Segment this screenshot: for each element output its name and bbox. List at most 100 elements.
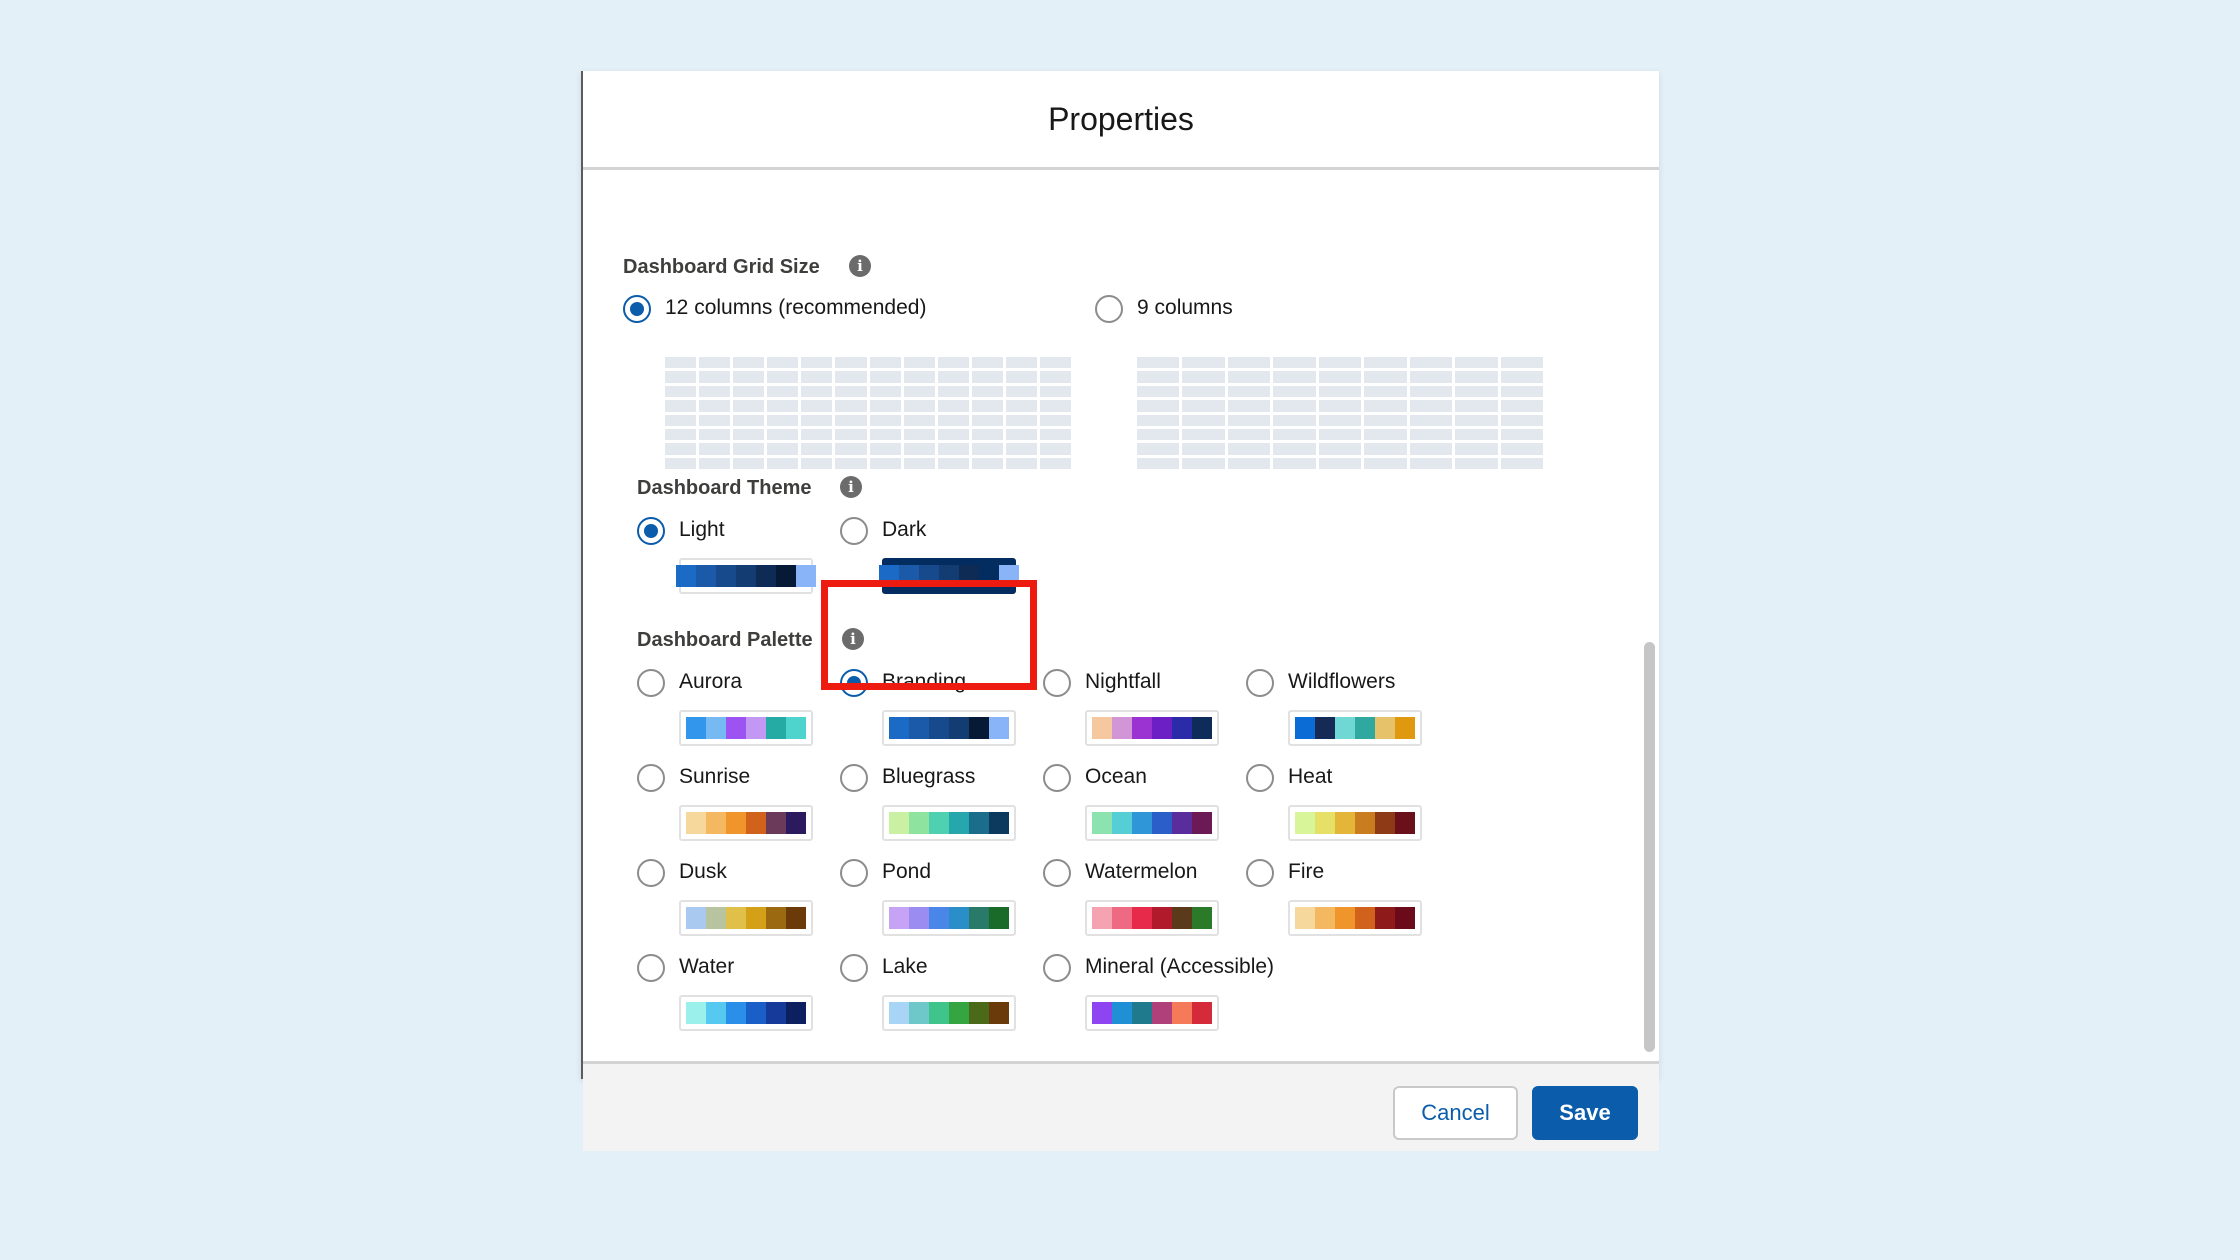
- info-icon[interactable]: i: [849, 255, 871, 277]
- scrollbar[interactable]: [1641, 170, 1659, 1061]
- palette-sunrise-color-3: [726, 812, 746, 834]
- palette-branding-color-6: [989, 717, 1009, 739]
- palette-ocean-color-3: [1132, 812, 1152, 834]
- scrollbar-thumb[interactable]: [1644, 642, 1655, 1052]
- palette-mineral-accessible-color-2: [1112, 1002, 1132, 1024]
- dialog-body[interactable]: Dashboard Grid Size i 12 columns (recomm…: [583, 170, 1659, 1061]
- palette-heat-color-4: [1355, 812, 1375, 834]
- selection-highlight: [821, 580, 1037, 690]
- theme-light-color-3: [716, 565, 736, 587]
- palette-fire-swatch: [1288, 900, 1422, 936]
- radio-palette-dusk[interactable]: [637, 859, 665, 887]
- palette-mineral-accessible-color-6: [1192, 1002, 1212, 1024]
- palette-nightfall-color-3: [1132, 717, 1152, 739]
- theme-light-color-4: [736, 565, 756, 587]
- radio-palette-water[interactable]: [637, 954, 665, 982]
- palette-aurora-color-3: [726, 717, 746, 739]
- palette-branding-color-1: [889, 717, 909, 739]
- palette-sunrise-label: Sunrise: [679, 765, 751, 788]
- palette-pond-color-2: [909, 907, 929, 929]
- palette-lake-swatch: [882, 995, 1016, 1031]
- palette-watermelon-color-1: [1092, 907, 1112, 929]
- palette-mineral-accessible-color-3: [1132, 1002, 1152, 1024]
- option-9-columns-label: 9 columns: [1137, 296, 1233, 319]
- palette-lake-color-5: [969, 1002, 989, 1024]
- palette-water-color-3: [726, 1002, 746, 1024]
- palette-branding-color-4: [949, 717, 969, 739]
- theme-light-color-2: [696, 565, 716, 587]
- palette-wildflowers-color-1: [1295, 717, 1315, 739]
- radio-palette-bluegrass[interactable]: [840, 764, 868, 792]
- radio-palette-wildflowers[interactable]: [1246, 669, 1274, 697]
- palette-wildflowers-color-4: [1355, 717, 1375, 739]
- palette-pond-color-4: [949, 907, 969, 929]
- radio-12-columns[interactable]: [623, 295, 651, 323]
- radio-palette-heat[interactable]: [1246, 764, 1274, 792]
- palette-lake-color-3: [929, 1002, 949, 1024]
- palette-sunrise-color-4: [746, 812, 766, 834]
- palette-watermelon-color-3: [1132, 907, 1152, 929]
- palette-dusk-label: Dusk: [679, 860, 727, 883]
- palette-watermelon-color-2: [1112, 907, 1132, 929]
- radio-palette-ocean[interactable]: [1043, 764, 1071, 792]
- cancel-button[interactable]: Cancel: [1393, 1086, 1518, 1140]
- palette-water-color-1: [686, 1002, 706, 1024]
- palette-branding-color-3: [929, 717, 949, 739]
- palette-lake-color-2: [909, 1002, 929, 1024]
- palette-water-color-5: [766, 1002, 786, 1024]
- palette-fire-label: Fire: [1288, 860, 1325, 883]
- palette-sunrise-color-2: [706, 812, 726, 834]
- radio-palette-aurora[interactable]: [637, 669, 665, 697]
- palette-nightfall-label: Nightfall: [1085, 670, 1161, 693]
- radio-palette-fire[interactable]: [1246, 859, 1274, 887]
- info-icon[interactable]: i: [840, 476, 862, 498]
- radio-palette-watermelon[interactable]: [1043, 859, 1071, 887]
- palette-ocean-color-4: [1152, 812, 1172, 834]
- save-button[interactable]: Save: [1532, 1086, 1638, 1140]
- palette-ocean-color-1: [1092, 812, 1112, 834]
- palette-fire-color-2: [1315, 907, 1335, 929]
- palette-mineral-accessible-color-5: [1172, 1002, 1192, 1024]
- radio-palette-sunrise[interactable]: [637, 764, 665, 792]
- radio-palette-mineral-accessible[interactable]: [1043, 954, 1071, 982]
- palette-label: Dashboard Palette: [637, 629, 813, 651]
- palette-dusk-color-6: [786, 907, 806, 929]
- radio-theme-light[interactable]: [637, 517, 665, 545]
- theme-light-swatch: [676, 558, 816, 594]
- palette-dusk-color-1: [686, 907, 706, 929]
- palette-lake-color-1: [889, 1002, 909, 1024]
- palette-water-label: Water: [679, 955, 735, 978]
- palette-ocean-label: Ocean: [1085, 765, 1147, 788]
- palette-wildflowers-color-6: [1395, 717, 1415, 739]
- palette-heat-swatch: [1288, 805, 1422, 841]
- palette-bluegrass-swatch: [882, 805, 1016, 841]
- palette-bluegrass-color-6: [989, 812, 1009, 834]
- dialog-header: Properties: [583, 71, 1659, 170]
- palette-nightfall-color-5: [1172, 717, 1192, 739]
- theme-light-color-1: [676, 565, 696, 587]
- dialog-title: Properties: [1048, 100, 1194, 137]
- palette-aurora-label: Aurora: [679, 670, 743, 693]
- palette-aurora-color-1: [686, 717, 706, 739]
- palette-pond-swatch: [882, 900, 1016, 936]
- palette-nightfall-swatch: [1085, 710, 1219, 746]
- palette-lake-color-6: [989, 1002, 1009, 1024]
- palette-aurora-color-4: [746, 717, 766, 739]
- properties-dialog: Properties Dashboard Grid Size i 12 colu…: [581, 71, 1659, 1151]
- palette-dusk-color-3: [726, 907, 746, 929]
- palette-nightfall-color-6: [1192, 717, 1212, 739]
- radio-palette-nightfall[interactable]: [1043, 669, 1071, 697]
- radio-theme-dark[interactable]: [840, 517, 868, 545]
- palette-dusk-color-5: [766, 907, 786, 929]
- palette-pond-label: Pond: [882, 860, 932, 883]
- palette-mineral-accessible-color-4: [1152, 1002, 1172, 1024]
- radio-palette-pond[interactable]: [840, 859, 868, 887]
- palette-pond-color-3: [929, 907, 949, 929]
- radio-9-columns[interactable]: [1095, 295, 1123, 323]
- radio-palette-lake[interactable]: [840, 954, 868, 982]
- palette-mineral-accessible-color-1: [1092, 1002, 1112, 1024]
- palette-heat-color-2: [1315, 812, 1335, 834]
- palette-watermelon-color-5: [1172, 907, 1192, 929]
- palette-aurora-color-6: [786, 717, 806, 739]
- palette-branding-swatch: [882, 710, 1016, 746]
